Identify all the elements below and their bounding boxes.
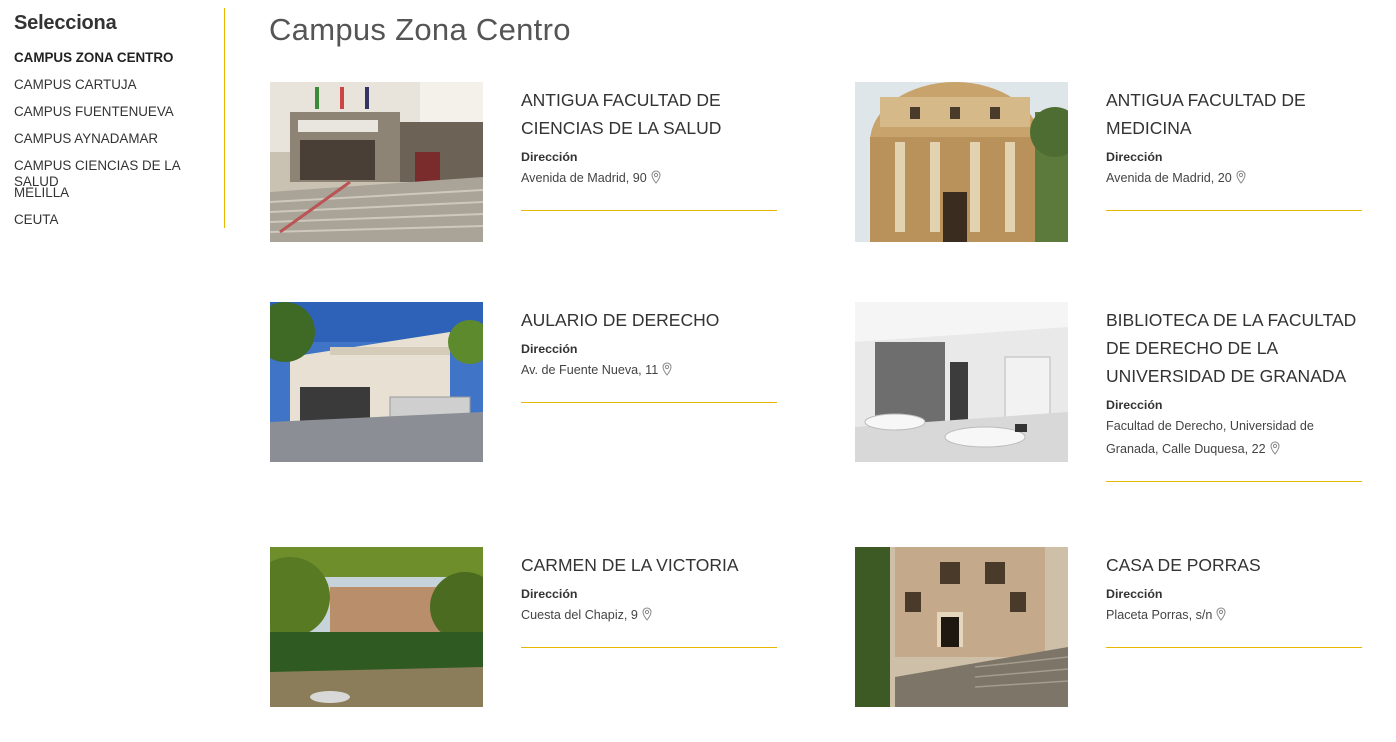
map-pin-icon[interactable] — [662, 361, 672, 384]
address-text: Avenida de Madrid, 90 — [521, 171, 647, 185]
address-text: Avenida de Madrid, 20 — [1106, 171, 1232, 185]
sidebar-item-campus-aynadamar[interactable]: CAMPUS AYNADAMAR — [14, 131, 224, 158]
building-name[interactable]: CASA DE PORRAS — [1106, 551, 1362, 579]
building-photo[interactable] — [855, 547, 1068, 707]
map-pin-icon[interactable] — [642, 606, 652, 629]
building-name[interactable]: ANTIGUA FACULTAD DE CIENCIAS DE LA SALUD — [521, 86, 777, 142]
building-address: Cuesta del Chapiz, 9 — [521, 604, 777, 629]
map-pin-icon[interactable] — [1216, 606, 1226, 629]
divider — [521, 210, 777, 211]
sidebar-item-campus-ciencias-salud[interactable]: CAMPUS CIENCIAS DE LA SALUD — [14, 158, 224, 189]
building-photo-image — [270, 302, 483, 462]
sidebar-item-campus-zona-centro[interactable]: CAMPUS ZONA CENTRO — [14, 50, 224, 77]
address-text: Av. de Fuente Nueva, 11 — [521, 363, 659, 377]
building-info: AULARIO DE DERECHO Dirección Av. de Fuen… — [521, 306, 777, 403]
building-photo[interactable] — [270, 302, 483, 462]
address-label: Dirección — [1106, 587, 1163, 601]
building-info: BIBLIOTECA DE LA FACULTAD DE DERECHO DE … — [1106, 306, 1362, 482]
building-name[interactable]: CARMEN DE LA VICTORIA — [521, 551, 777, 579]
address-text: Cuesta del Chapiz, 9 — [521, 608, 638, 622]
address-label: Dirección — [521, 587, 578, 601]
sidebar-title: Selecciona — [14, 12, 117, 34]
building-photo[interactable] — [855, 82, 1068, 242]
building-name[interactable]: BIBLIOTECA DE LA FACULTAD DE DERECHO DE … — [1106, 306, 1362, 390]
building-photo-image — [855, 82, 1068, 242]
campus-list: CAMPUS ZONA CENTRO CAMPUS CARTUJA CAMPUS… — [14, 50, 224, 239]
address-label: Dirección — [521, 150, 578, 164]
building-photo[interactable] — [855, 302, 1068, 462]
building-address: Facultad de Derecho, Universidad de Gran… — [1106, 415, 1362, 463]
map-pin-icon[interactable] — [1270, 440, 1280, 463]
building-photo-image — [270, 547, 483, 707]
building-name[interactable]: AULARIO DE DERECHO — [521, 306, 777, 334]
address-label: Dirección — [521, 342, 578, 356]
address-text: Placeta Porras, s/n — [1106, 608, 1213, 622]
address-label: Dirección — [1106, 398, 1163, 412]
page-title: Campus Zona Centro — [269, 12, 571, 47]
sidebar-item-campus-fuentenueva[interactable]: CAMPUS FUENTENUEVA — [14, 104, 224, 131]
building-info: CARMEN DE LA VICTORIA Dirección Cuesta d… — [521, 551, 777, 648]
building-info: ANTIGUA FACULTAD DE MEDICINA Dirección A… — [1106, 86, 1362, 211]
building-photo[interactable] — [270, 82, 483, 242]
building-address: Placeta Porras, s/n — [1106, 604, 1362, 629]
campus-sidebar: Selecciona CAMPUS ZONA CENTRO CAMPUS CAR… — [14, 8, 225, 228]
building-photo-image — [270, 82, 483, 242]
building-info: CASA DE PORRAS Dirección Placeta Porras,… — [1106, 551, 1362, 648]
divider — [1106, 210, 1362, 211]
map-pin-icon[interactable] — [1236, 169, 1246, 192]
building-name[interactable]: ANTIGUA FACULTAD DE MEDICINA — [1106, 86, 1362, 142]
divider — [1106, 481, 1362, 482]
sidebar-item-ceuta[interactable]: CEUTA — [14, 212, 224, 239]
map-pin-icon[interactable] — [651, 169, 661, 192]
building-address: Avenida de Madrid, 90 — [521, 167, 777, 192]
building-info: ANTIGUA FACULTAD DE CIENCIAS DE LA SALUD… — [521, 86, 777, 211]
divider — [1106, 647, 1362, 648]
sidebar-item-campus-cartuja[interactable]: CAMPUS CARTUJA — [14, 77, 224, 104]
building-address: Av. de Fuente Nueva, 11 — [521, 359, 777, 384]
address-label: Dirección — [1106, 150, 1163, 164]
sidebar-item-melilla[interactable]: MELILLA — [14, 185, 224, 212]
divider — [521, 402, 777, 403]
address-text: Facultad de Derecho, Universidad de Gran… — [1106, 419, 1314, 456]
building-photo-image — [855, 547, 1068, 707]
building-address: Avenida de Madrid, 20 — [1106, 167, 1362, 192]
building-photo-image — [855, 302, 1068, 462]
building-photo[interactable] — [270, 547, 483, 707]
divider — [521, 647, 777, 648]
